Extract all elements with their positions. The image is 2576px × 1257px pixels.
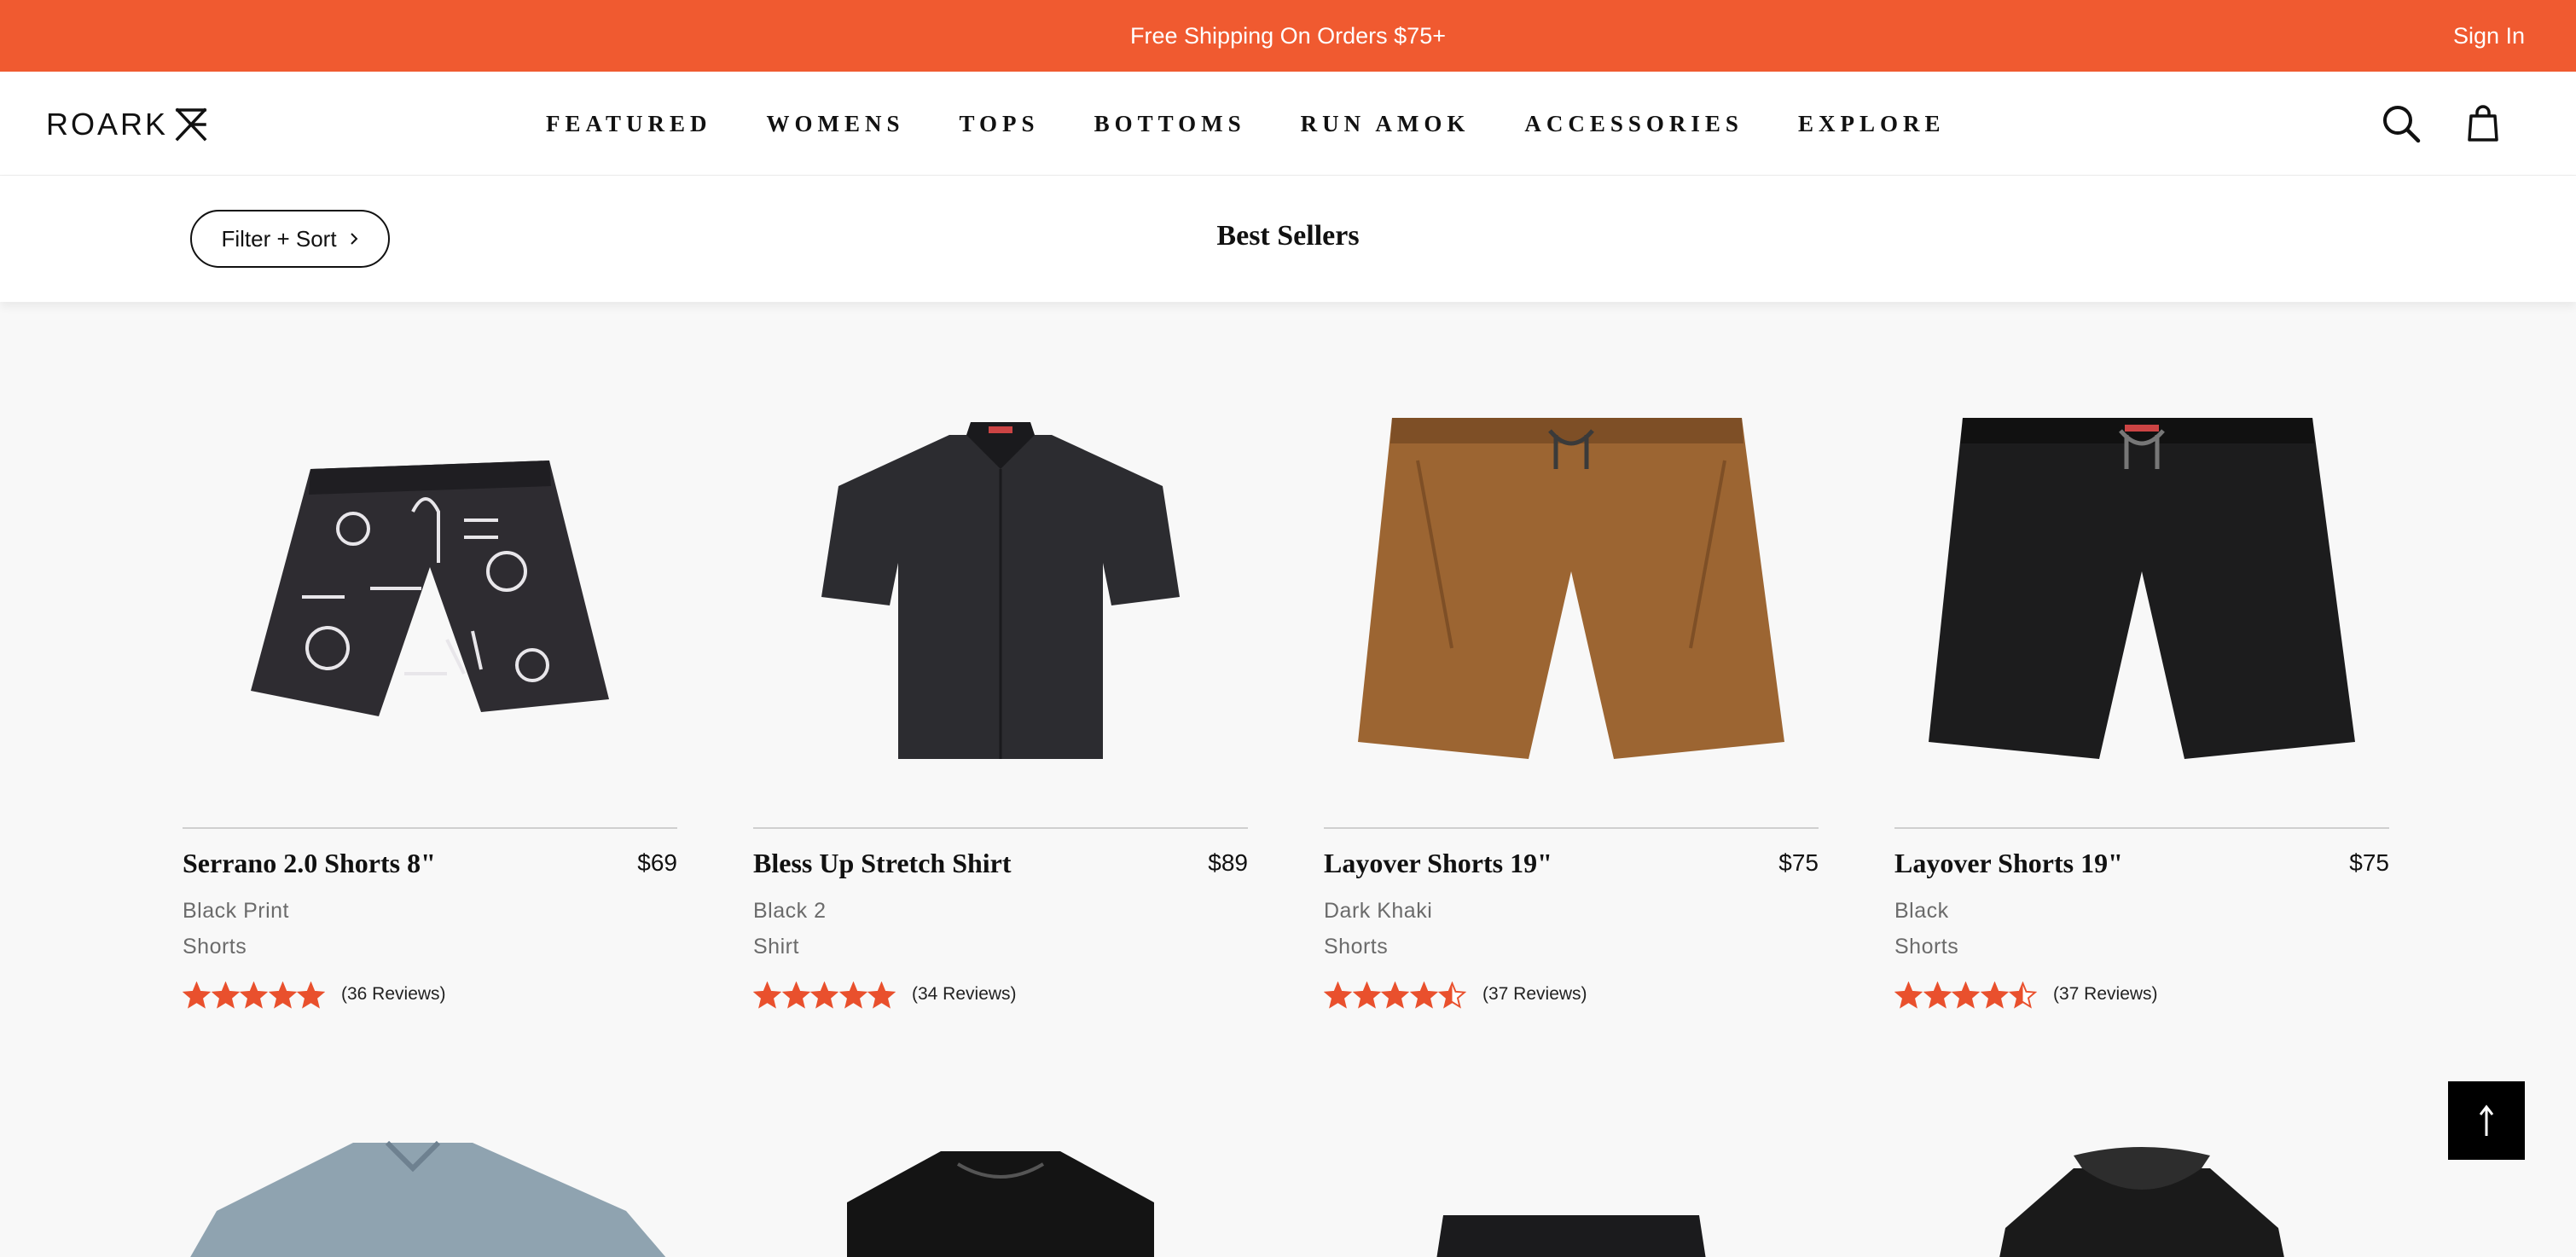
review-count[interactable]: (37 Reviews) [1482, 984, 1587, 1005]
star-full-icon [1952, 981, 1980, 1009]
product-type: Shorts [1894, 935, 1959, 959]
product-price: $89 [1208, 849, 1248, 876]
star-full-icon [1980, 981, 2009, 1009]
product-price: $75 [2349, 849, 2389, 876]
product-name[interactable]: Layover Shorts 19" [1324, 848, 1552, 879]
product-image[interactable] [183, 350, 677, 810]
product-card[interactable]: Serrano 2.0 Shorts 8" $69 Black Print Sh… [183, 350, 677, 1015]
product-price: $69 [637, 849, 677, 876]
shorts-print-image [251, 461, 609, 716]
star-full-icon [1409, 981, 1438, 1009]
page-title: Best Sellers [1216, 220, 1360, 252]
shorts-dark-image [1436, 1215, 1706, 1257]
review-count[interactable]: (37 Reviews) [2053, 984, 2158, 1005]
rating-stars [1324, 981, 1467, 1010]
star-full-icon [297, 981, 325, 1009]
product-image[interactable] [1894, 350, 2389, 810]
star-full-icon [183, 981, 211, 1009]
product-image[interactable] [1324, 350, 1819, 810]
product-price: $75 [1778, 849, 1819, 876]
promo-text: Free Shipping On Orders $75+ [1130, 23, 1446, 49]
rating-stars [183, 981, 326, 1010]
product-color: Black Print [183, 899, 289, 923]
nav-bottoms[interactable]: BOTTOMS [1094, 111, 1246, 137]
brand-logo[interactable]: ROARK [46, 106, 207, 143]
review-count[interactable]: (34 Reviews) [912, 984, 1017, 1005]
review-count[interactable]: (36 Reviews) [341, 984, 446, 1005]
logo-mark-icon [175, 107, 207, 142]
star-full-icon [810, 981, 838, 1009]
product-image[interactable] [753, 350, 1248, 810]
nav-featured[interactable]: FEATURED [546, 111, 712, 137]
main-nav: FEATURED WOMENS TOPS BOTTOMS RUN AMOK AC… [546, 72, 1999, 176]
product-card[interactable]: Layover Shorts 19" $75 Dark Khaki Shorts… [1324, 350, 1819, 1015]
nav-tops[interactable]: TOPS [960, 111, 1040, 137]
star-full-icon [1894, 981, 1923, 1009]
tshirt-black-image [847, 1151, 1154, 1257]
logo-text: ROARK [46, 107, 169, 142]
card-divider [1324, 827, 1819, 829]
shirt-blue-image [190, 1140, 666, 1257]
card-divider [1894, 827, 2389, 829]
sign-in-link[interactable]: Sign In [2453, 0, 2525, 72]
star-half-icon [1438, 981, 1466, 1009]
jacket-image [1999, 1147, 2284, 1257]
product-type: Shorts [183, 935, 247, 959]
nav-run-amok[interactable]: RUN AMOK [1301, 111, 1471, 137]
nav-womens[interactable]: WOMENS [767, 111, 905, 137]
shorts-khaki-image [1358, 418, 1784, 759]
product-name[interactable]: Layover Shorts 19" [1894, 848, 2123, 879]
product-card[interactable]: Layover Shorts 19" $75 Black Shorts (37 … [1894, 350, 2389, 1015]
product-name[interactable]: Serrano 2.0 Shorts 8" [183, 848, 436, 879]
shirt-image [821, 422, 1180, 759]
product-card[interactable]: Bless Up Stretch Shirt $89 Black 2 Shirt… [753, 350, 1248, 1015]
rating-stars [753, 981, 896, 1010]
rating-stars [1894, 981, 2038, 1010]
nav-explore[interactable]: EXPLORE [1798, 111, 1946, 137]
product-image[interactable] [1324, 1134, 1819, 1257]
star-full-icon [867, 981, 896, 1009]
cart-bag-icon[interactable] [2462, 102, 2504, 145]
star-full-icon [1381, 981, 1409, 1009]
product-image[interactable] [183, 1134, 677, 1257]
product-color: Dark Khaki [1324, 899, 1433, 923]
arrow-up-icon [2479, 1104, 2494, 1136]
product-color: Black 2 [753, 899, 827, 923]
star-full-icon [781, 981, 810, 1009]
star-full-icon [1923, 981, 1952, 1009]
star-full-icon [1324, 981, 1352, 1009]
star-half-icon [2009, 981, 2037, 1009]
filter-bar: Filter + Sort Best Sellers [0, 176, 2576, 302]
product-color: Black [1894, 899, 1949, 923]
card-divider [753, 827, 1248, 829]
site-header: ROARK FEATURED WOMENS TOPS BOTTOMS RUN A… [0, 72, 2576, 176]
product-image[interactable] [753, 1134, 1248, 1257]
star-full-icon [240, 981, 268, 1009]
card-divider [183, 827, 677, 829]
star-full-icon [1352, 981, 1381, 1009]
product-image[interactable] [1894, 1134, 2389, 1257]
product-name[interactable]: Bless Up Stretch Shirt [753, 848, 1012, 879]
nav-accessories[interactable]: ACCESSORIES [1524, 111, 1743, 137]
star-full-icon [838, 981, 867, 1009]
search-icon[interactable] [2380, 102, 2422, 145]
product-type: Shirt [753, 935, 799, 959]
promo-banner: Free Shipping On Orders $75+ Sign In [0, 0, 2576, 72]
back-to-top-button[interactable] [2448, 1081, 2525, 1160]
star-full-icon [268, 981, 297, 1009]
product-type: Shorts [1324, 935, 1389, 959]
star-full-icon [211, 981, 240, 1009]
star-full-icon [753, 981, 781, 1009]
shorts-black-image [1929, 418, 2355, 759]
